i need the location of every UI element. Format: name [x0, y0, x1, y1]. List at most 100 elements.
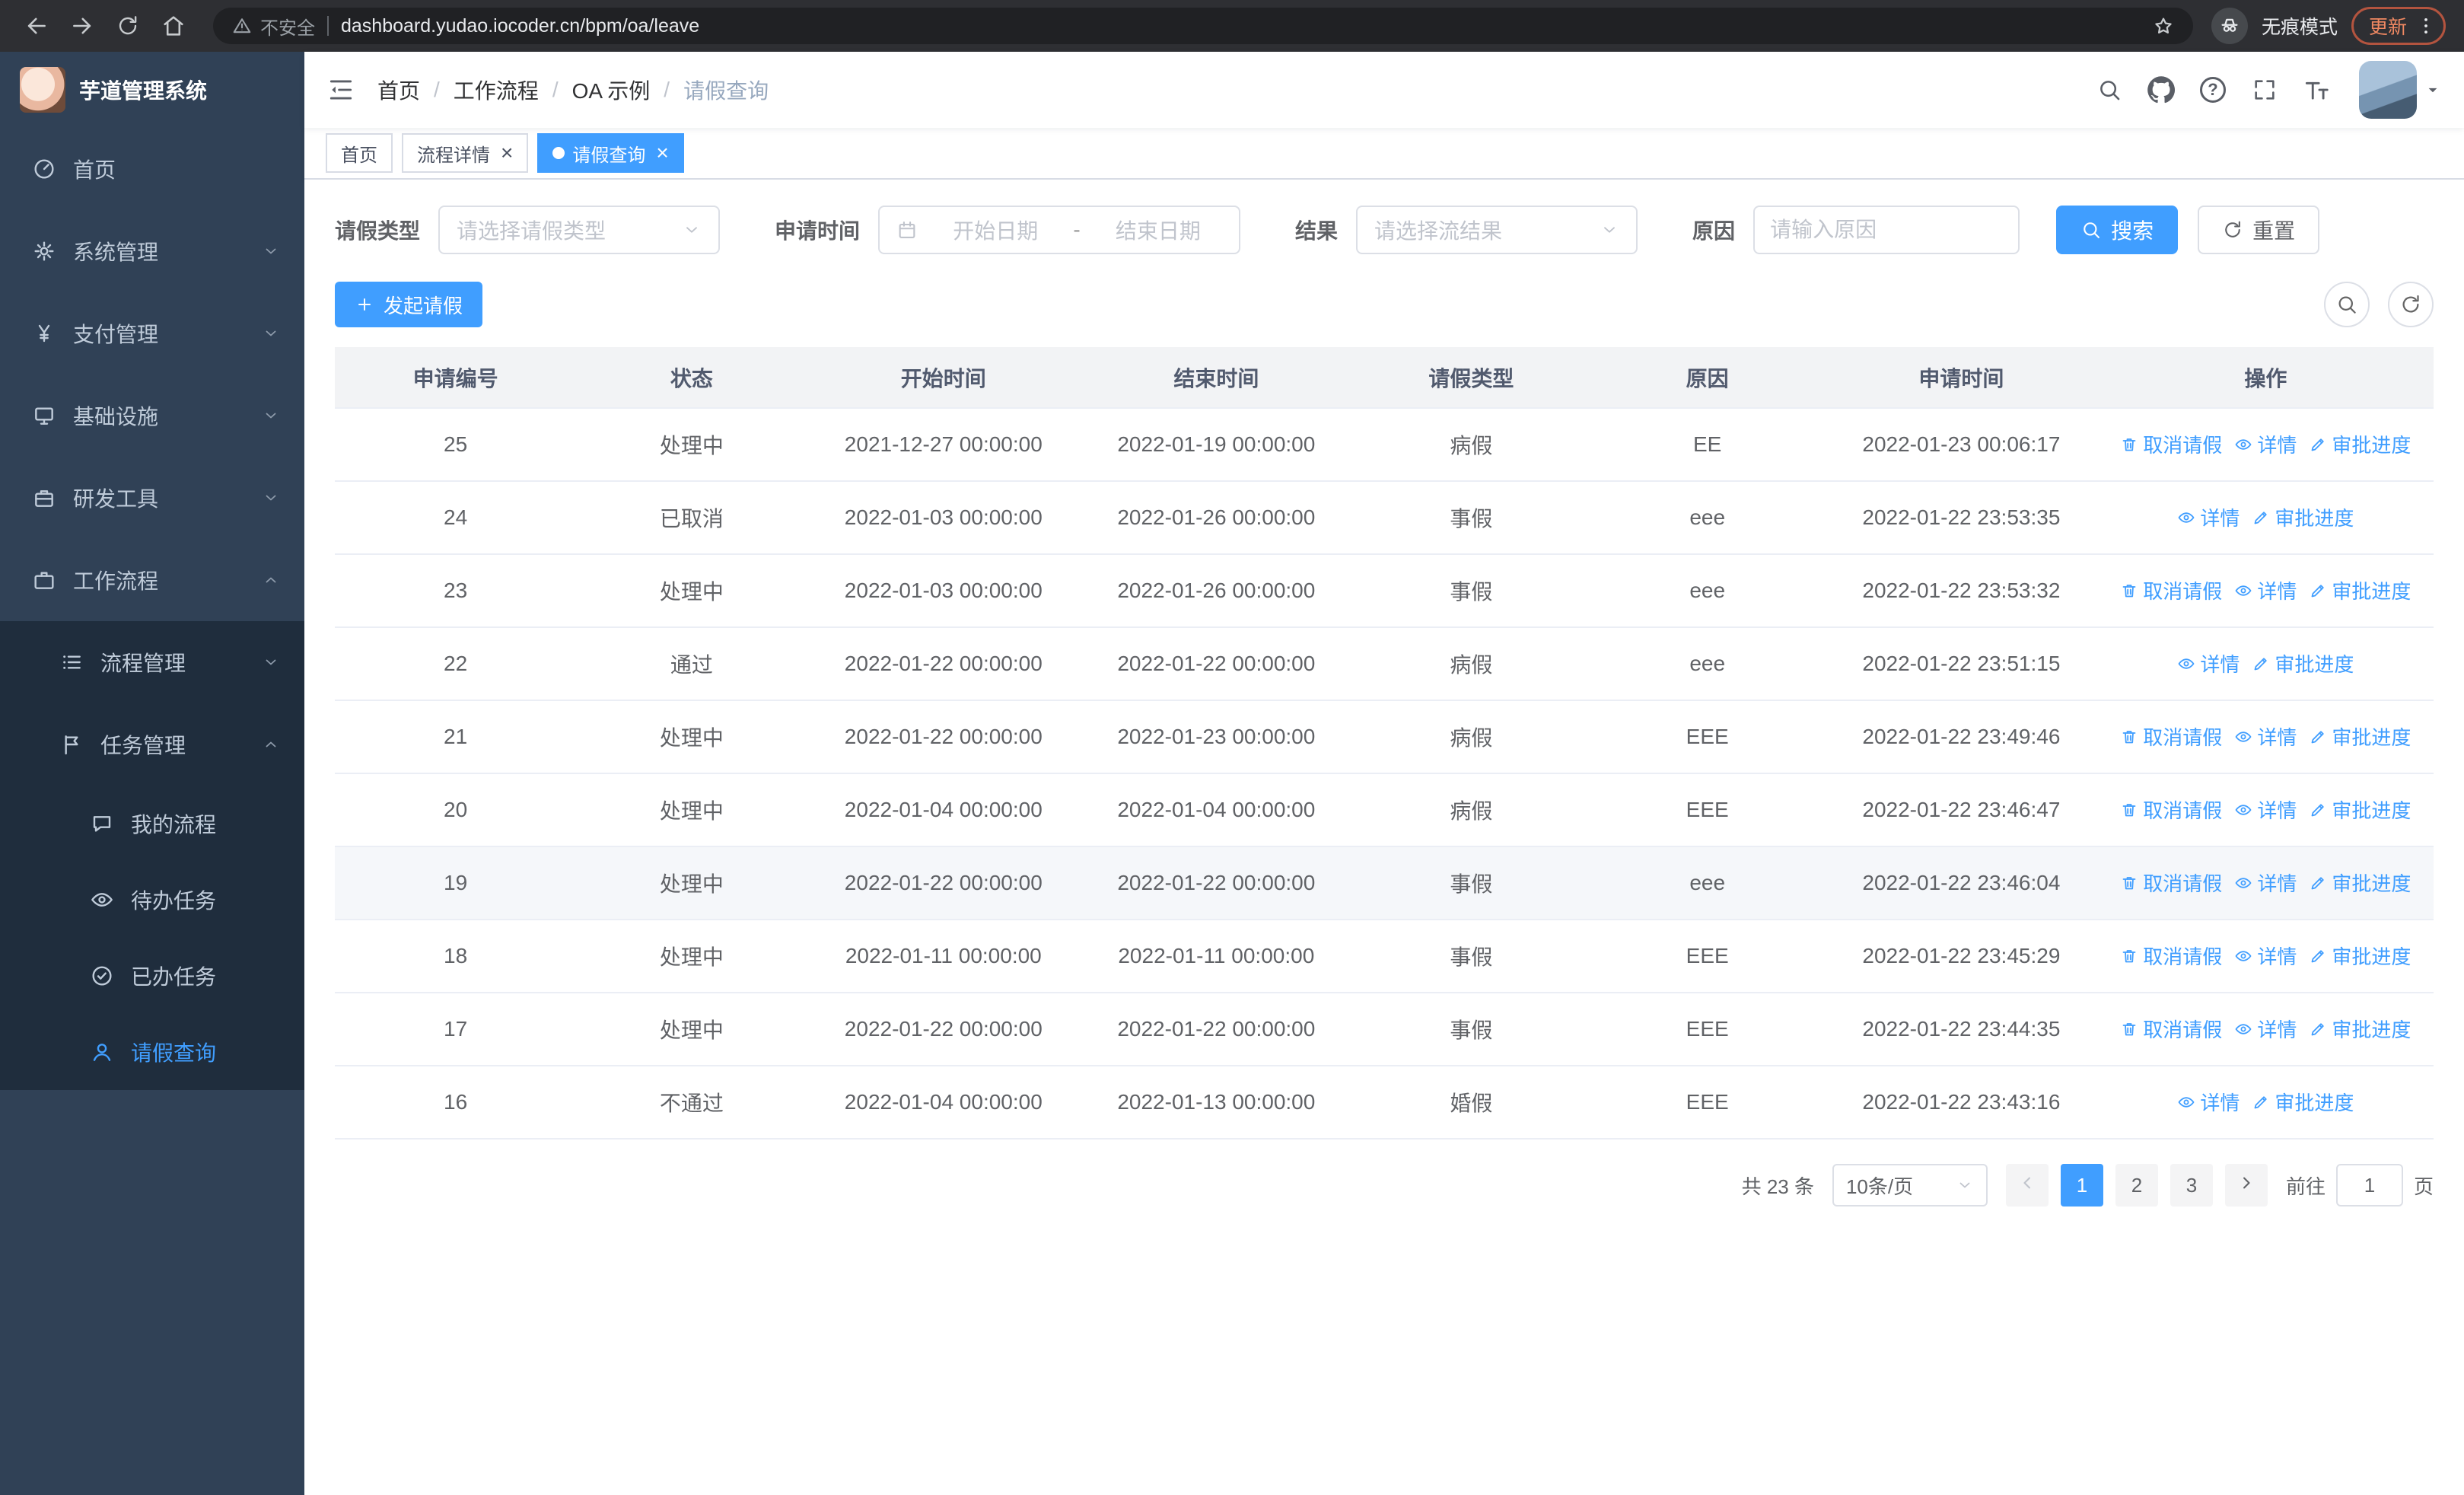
sidebar-item-home[interactable]: 首页 — [0, 128, 304, 210]
flag-icon — [58, 732, 85, 757]
browser-forward-button[interactable] — [61, 5, 103, 47]
detail-link[interactable]: 详情 — [2234, 430, 2297, 458]
end-date-placeholder: 结束日期 — [1115, 219, 1201, 243]
security-indicator[interactable]: 不安全 — [231, 13, 315, 40]
bookmark-star-icon[interactable] — [2152, 14, 2175, 37]
detail-link[interactable]: 详情 — [2177, 503, 2240, 531]
sidebar-item-my-process[interactable]: 我的流程 — [0, 786, 304, 862]
prev-page-button[interactable] — [2005, 1164, 2049, 1207]
breadcrumb-item-0[interactable]: 首页 — [377, 75, 420, 105]
page-size-select[interactable]: 10条/页 — [1832, 1164, 1988, 1207]
table-cell: 17 — [335, 993, 577, 1066]
cancel-leave-link[interactable]: 取消请假 — [2120, 869, 2222, 897]
toggle-search-button[interactable] — [2324, 282, 2370, 327]
breadcrumb-item-2[interactable]: OA 示例 — [572, 75, 651, 105]
reason-input[interactable] — [1770, 218, 2004, 242]
cancel-leave-link[interactable]: 取消请假 — [2120, 722, 2222, 751]
leave-type-select[interactable]: 请选择请假类型 — [438, 206, 721, 254]
browser-reload-button[interactable] — [107, 5, 149, 47]
close-tab-icon[interactable]: × — [656, 142, 668, 164]
sidebar-item-process-management[interactable]: 流程管理 — [0, 621, 304, 703]
tab-label: 流程详情 — [417, 145, 490, 166]
sidebar-item-task-management[interactable]: 任务管理 — [0, 703, 304, 786]
column-header: 申请编号 — [335, 347, 577, 409]
sidebar-item-devtools[interactable]: 研发工具 — [0, 457, 304, 539]
detail-link[interactable]: 详情 — [2234, 1015, 2297, 1043]
breadcrumb-item-1[interactable]: 工作流程 — [454, 75, 539, 105]
breadcrumb-separator: / — [664, 78, 670, 101]
detail-link[interactable]: 详情 — [2177, 649, 2240, 677]
detail-link[interactable]: 详情 — [2177, 1088, 2240, 1116]
table-cell: 18 — [335, 920, 577, 993]
sidebar-toggle-button[interactable] — [304, 52, 377, 128]
sidebar-item-system-management[interactable]: 系统管理 — [0, 210, 304, 292]
create-leave-button[interactable]: 发起请假 — [335, 282, 483, 327]
approval-progress-link[interactable]: 审批进度 — [2252, 1088, 2354, 1116]
tab-process-detail[interactable]: 流程详情 × — [402, 133, 529, 173]
detail-link[interactable]: 详情 — [2234, 942, 2297, 970]
search-icon[interactable] — [2085, 65, 2134, 114]
browser-home-button[interactable] — [152, 5, 195, 47]
page-1-button[interactable]: 1 — [2060, 1164, 2103, 1207]
sidebar-item-todo-tasks[interactable]: 待办任务 — [0, 862, 304, 938]
user-menu[interactable] — [2359, 61, 2443, 119]
table-cell: 2022-01-22 00:00:00 — [807, 700, 1081, 774]
tab-leave-query[interactable]: 请假查询 × — [537, 133, 684, 173]
approval-progress-link[interactable]: 审批进度 — [2309, 869, 2411, 897]
browser-chrome: 不安全 dashboard.yudao.iocoder.cn/bpm/oa/le… — [0, 0, 2464, 52]
address-bar[interactable]: 不安全 dashboard.yudao.iocoder.cn/bpm/oa/le… — [213, 8, 2193, 44]
sidebar-item-leave-query[interactable]: 请假查询 — [0, 1014, 304, 1090]
sidebar-item-label: 支付管理 — [73, 323, 159, 346]
apply-time-range-picker[interactable]: 开始日期 - 结束日期 — [878, 206, 1241, 254]
detail-link[interactable]: 详情 — [2234, 722, 2297, 751]
help-icon[interactable]: ? — [2189, 65, 2237, 114]
fullscreen-icon[interactable] — [2240, 65, 2289, 114]
approval-progress-link[interactable]: 审批进度 — [2252, 649, 2354, 677]
sidebar-item-done-tasks[interactable]: 已办任务 — [0, 938, 304, 1014]
reset-button[interactable]: 重置 — [2198, 206, 2320, 254]
font-size-icon[interactable] — [2292, 65, 2341, 114]
search-button[interactable]: 搜索 — [2056, 206, 2179, 254]
pen-icon — [2252, 1093, 2270, 1111]
row-actions: 取消请假 详情 审批进度 — [2097, 700, 2434, 774]
approval-progress-link[interactable]: 审批进度 — [2309, 795, 2411, 824]
sidebar-item-workflow[interactable]: 工作流程 — [0, 539, 304, 621]
cancel-leave-link[interactable]: 取消请假 — [2120, 576, 2222, 604]
detail-link[interactable]: 详情 — [2234, 576, 2297, 604]
chevron-down-icon — [262, 489, 280, 507]
cancel-leave-link[interactable]: 取消请假 — [2120, 942, 2222, 970]
approval-progress-link[interactable]: 审批进度 — [2309, 942, 2411, 970]
page-2-button[interactable]: 2 — [2115, 1164, 2158, 1207]
browser-update-button[interactable]: 更新 — [2351, 7, 2446, 45]
table-row: 18 处理中 2022-01-11 00:00:00 2022-01-11 00:00… — [335, 920, 2434, 993]
app-logo[interactable]: 芋道管理系统 — [0, 52, 304, 128]
browser-menu-icon[interactable] — [2415, 14, 2437, 37]
browser-right-cluster: 无痕模式 更新 — [2211, 7, 2449, 45]
github-icon[interactable] — [2137, 65, 2185, 114]
table-row: 22 通过 2022-01-22 00:00:00 2022-01-22 00:00:… — [335, 627, 2434, 701]
sidebar-item-label: 待办任务 — [131, 889, 217, 913]
refresh-table-button[interactable] — [2388, 282, 2434, 327]
detail-link[interactable]: 详情 — [2234, 795, 2297, 824]
sidebar-item-infrastructure[interactable]: 基础设施 — [0, 375, 304, 457]
cancel-leave-link[interactable]: 取消请假 — [2120, 1015, 2222, 1043]
page-3-button[interactable]: 3 — [2170, 1164, 2213, 1207]
table-cell: 处理中 — [576, 554, 807, 628]
detail-link[interactable]: 详情 — [2234, 869, 2297, 897]
sidebar-item-payment-management[interactable]: 支付管理 — [0, 292, 304, 375]
tab-home[interactable]: 首页 — [326, 133, 393, 173]
approval-progress-link[interactable]: 审批进度 — [2252, 503, 2354, 531]
result-select[interactable]: 请选择流结果 — [1356, 206, 1638, 254]
approval-progress-link[interactable]: 审批进度 — [2309, 722, 2411, 751]
incognito-mode-label: 无痕模式 — [2261, 17, 2338, 38]
approval-progress-link[interactable]: 审批进度 — [2309, 576, 2411, 604]
approval-progress-link[interactable]: 审批进度 — [2309, 430, 2411, 458]
next-page-button[interactable] — [2224, 1164, 2268, 1207]
cancel-leave-link[interactable]: 取消请假 — [2120, 795, 2222, 824]
browser-back-button[interactable] — [15, 5, 58, 47]
close-tab-icon[interactable]: × — [501, 142, 513, 164]
approval-progress-link[interactable]: 审批进度 — [2309, 1015, 2411, 1043]
goto-page-input[interactable] — [2335, 1164, 2403, 1207]
cancel-leave-link[interactable]: 取消请假 — [2120, 430, 2222, 458]
table-row: 23 处理中 2022-01-03 00:00:00 2022-01-26 00:00… — [335, 554, 2434, 628]
